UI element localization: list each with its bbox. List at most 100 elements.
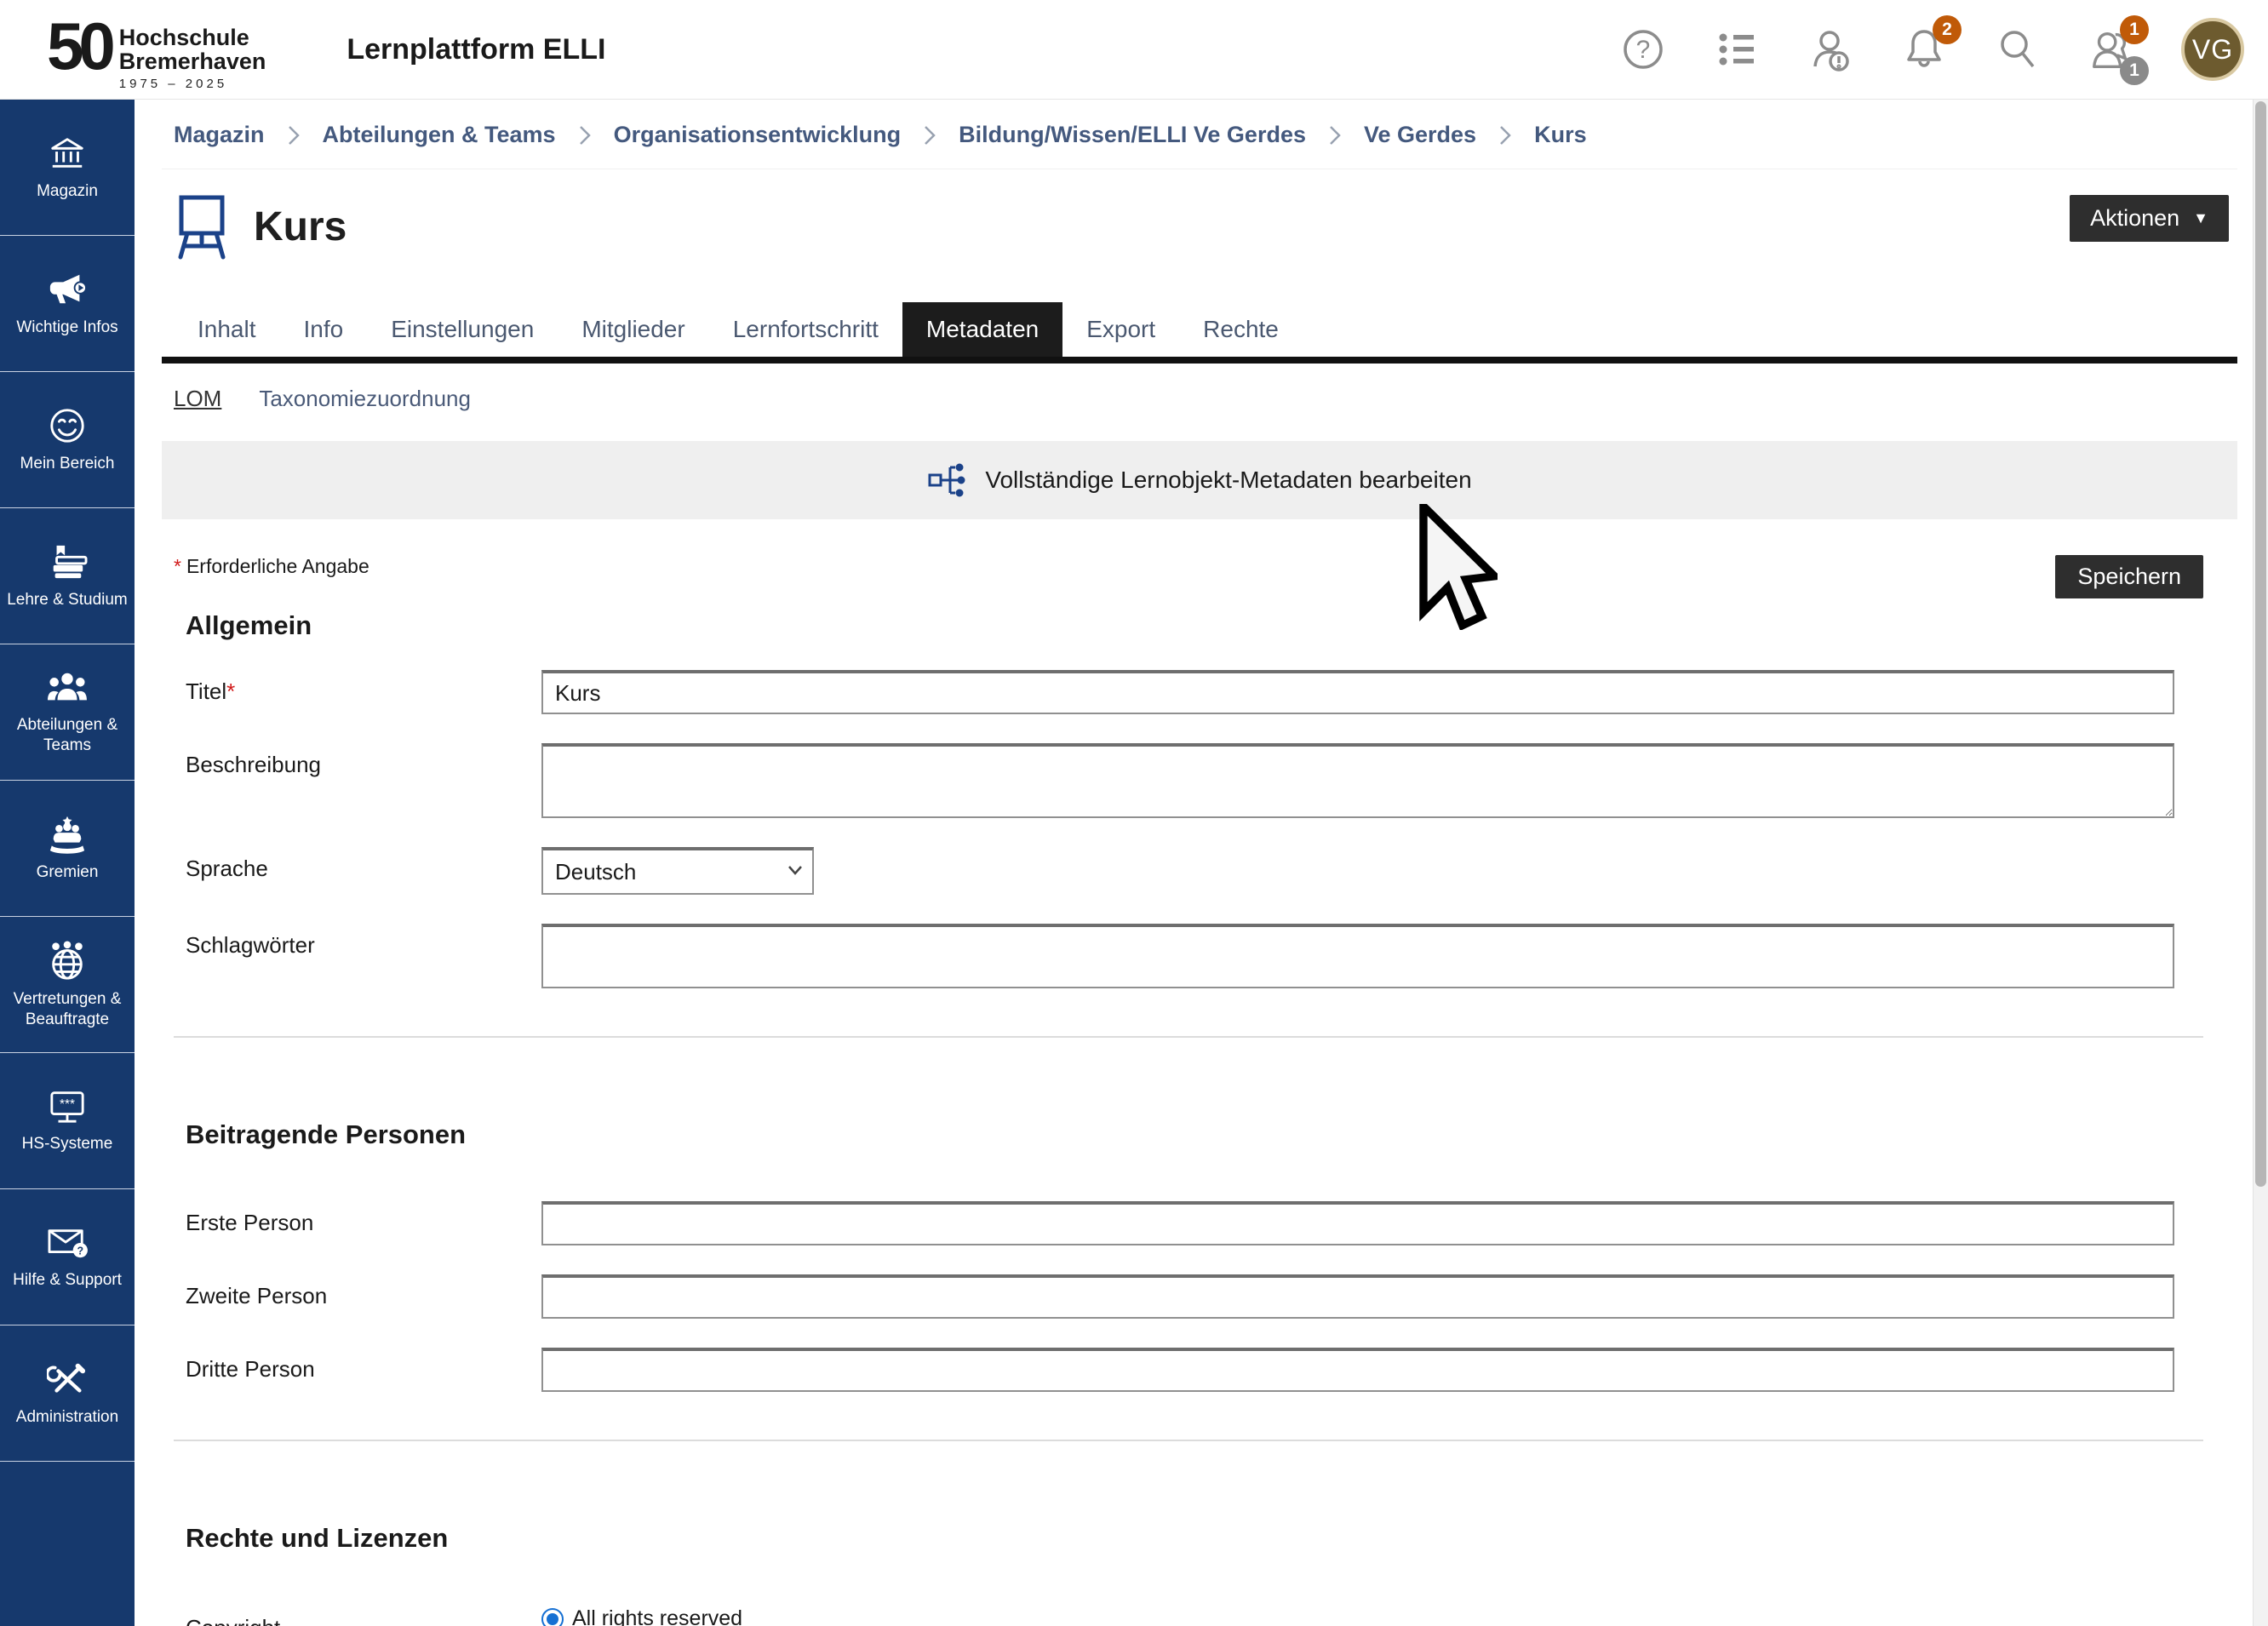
edit-full-metadata-label: Vollständige Lernobjekt-Metadaten bearbe… [985, 467, 1471, 494]
schlagwoerter-input[interactable] [541, 924, 2174, 988]
section-heading-rechte: Rechte und Lizenzen [162, 1523, 2237, 1554]
chevron-right-icon [287, 124, 301, 146]
tab-export[interactable]: Export [1062, 302, 1179, 357]
actions-button[interactable]: Aktionen ▼ [2070, 195, 2229, 242]
beschreibung-label: Beschreibung [186, 743, 541, 778]
zweite-person-input[interactable] [541, 1274, 2174, 1319]
section-divider [174, 1440, 2203, 1441]
form-row-sprache: Sprache Deutsch [162, 847, 2237, 895]
required-note-text: Erforderliche Angabe [186, 555, 369, 577]
page-title: Kurs [254, 203, 346, 250]
titel-label: Titel* [186, 670, 541, 705]
beschreibung-textarea[interactable] [541, 743, 2174, 818]
tools-icon [47, 1360, 88, 1399]
tab-metadaten[interactable]: Metadaten [902, 302, 1062, 357]
section-divider [174, 1036, 2203, 1038]
sidebar-item-label: Lehre & Studium [3, 590, 131, 610]
breadcrumb-item-current[interactable]: Kurs [1534, 122, 1587, 148]
copyright-radio[interactable] [541, 1608, 564, 1626]
sidebar-item-hs-systeme[interactable]: *** HS-Systeme [0, 1053, 135, 1189]
tab-inhalt[interactable]: Inhalt [174, 302, 280, 357]
required-asterisk: * [174, 555, 181, 577]
subtab-taxonomiezuordnung[interactable]: Taxonomiezuordnung [259, 386, 471, 412]
sidebar-item-hilfe-support[interactable]: ? Hilfe & Support [0, 1189, 135, 1325]
scrollbar-thumb[interactable] [2255, 101, 2266, 1187]
svg-text:?: ? [77, 1245, 84, 1257]
breadcrumb-item[interactable]: Organisationsentwicklung [614, 122, 902, 148]
logo-name-line2: Bremerhaven [119, 50, 266, 74]
search-icon[interactable] [1994, 26, 2042, 73]
sidebar-item-label: Wichtige Infos [13, 318, 121, 338]
course-easel-icon [174, 192, 230, 261]
user-avatar[interactable]: VG [2181, 18, 2244, 81]
sidebar-item-gremien[interactable]: Gremien [0, 781, 135, 917]
sprache-select[interactable]: Deutsch [541, 847, 814, 895]
sprache-label: Sprache [186, 847, 541, 882]
form-row-beschreibung: Beschreibung [162, 743, 2237, 818]
breadcrumb: Magazin Abteilungen & Teams Organisation… [162, 100, 2237, 169]
titel-input[interactable] [541, 670, 2174, 714]
monitor-icon: *** [47, 1088, 88, 1125]
sidebar-item-vertretungen[interactable]: Vertretungen & Beauftragte [0, 917, 135, 1053]
sidebar-filler [0, 1462, 135, 1626]
save-button[interactable]: Speichern [2055, 555, 2203, 598]
chevron-right-icon [923, 124, 936, 146]
breadcrumb-item[interactable]: Ve Gerdes [1364, 122, 1476, 148]
help-icon[interactable]: ? [1619, 26, 1667, 73]
copyright-option-label: All rights reserved [572, 1606, 742, 1626]
university-logo: 50 Hochschule Bremerhaven 1975 – 2025 [47, 8, 266, 91]
membership-requests-icon[interactable] [1807, 26, 1854, 73]
svg-text:***: *** [60, 1097, 75, 1112]
subtab-bar: LOM Taxonomiezuordnung [162, 386, 2237, 412]
tab-info[interactable]: Info [280, 302, 368, 357]
erste-person-label: Erste Person [186, 1201, 541, 1236]
sidebar-item-label: HS-Systeme [19, 1134, 117, 1154]
sidebar-item-magazin[interactable]: Magazin [0, 100, 135, 236]
logo-years: 1975 – 2025 [119, 77, 266, 91]
megaphone-icon [47, 270, 88, 309]
section-heading-personen: Beitragende Personen [162, 1119, 2237, 1150]
tab-rechte[interactable]: Rechte [1179, 302, 1303, 357]
subtab-lom[interactable]: LOM [174, 386, 221, 412]
schlagwoerter-label: Schlagwörter [186, 924, 541, 959]
main-sidebar: Magazin Wichtige Infos Mein Bereich Lehr… [0, 100, 135, 1626]
chevron-down-icon: ▼ [2193, 209, 2208, 227]
copyright-label: Copyright [186, 1606, 541, 1626]
app-title: Lernplattform ELLI [346, 33, 605, 66]
section-heading-allgemein: Allgemein [162, 610, 2237, 641]
sidebar-item-lehre-studium[interactable]: Lehre & Studium [0, 508, 135, 644]
contacts-icon[interactable]: 1 1 [2088, 26, 2135, 73]
vertical-scrollbar[interactable] [2253, 100, 2268, 1626]
list-menu-icon[interactable] [1713, 26, 1761, 73]
logo-name-line1: Hochschule [119, 26, 266, 50]
breadcrumb-item[interactable]: Bildung/Wissen/ELLI Ve Gerdes [959, 122, 1306, 148]
tab-mitglieder[interactable]: Mitglieder [558, 302, 708, 357]
erste-person-input[interactable] [541, 1201, 2174, 1245]
page-title-row: Kurs Aktionen ▼ [162, 192, 2237, 261]
sidebar-item-label: Administration [13, 1407, 122, 1428]
form-row-zweite-person: Zweite Person [162, 1274, 2237, 1319]
header-toolbar: ? 2 1 1 VG [1619, 18, 2244, 81]
sidebar-item-abteilungen-teams[interactable]: Abteilungen & Teams [0, 644, 135, 781]
tab-lernfortschritt[interactable]: Lernfortschritt [709, 302, 902, 357]
sidebar-item-administration[interactable]: Administration [0, 1325, 135, 1462]
form-row-erste-person: Erste Person [162, 1201, 2237, 1245]
svg-text:?: ? [1636, 36, 1651, 64]
tab-einstellungen[interactable]: Einstellungen [367, 302, 558, 357]
dritte-person-input[interactable] [541, 1348, 2174, 1392]
logo-50-number: 50 [47, 16, 111, 76]
sidebar-item-label: Abteilungen & Teams [0, 715, 135, 756]
chevron-right-icon [1328, 124, 1342, 146]
bell-badge: 2 [1933, 15, 1962, 44]
books-icon [47, 542, 88, 581]
breadcrumb-item[interactable]: Magazin [174, 122, 265, 148]
edit-full-metadata-banner[interactable]: Vollständige Lernobjekt-Metadaten bearbe… [162, 441, 2237, 519]
sidebar-item-label: Vertretungen & Beauftragte [0, 989, 135, 1030]
notifications-bell-icon[interactable]: 2 [1900, 26, 1948, 73]
sidebar-item-label: Mein Bereich [17, 454, 118, 474]
sidebar-item-wichtige-infos[interactable]: Wichtige Infos [0, 236, 135, 372]
form-row-titel: Titel* [162, 670, 2237, 714]
sidebar-item-mein-bereich[interactable]: Mein Bereich [0, 372, 135, 508]
breadcrumb-item[interactable]: Abteilungen & Teams [323, 122, 556, 148]
required-note: *Erforderliche Angabe [174, 555, 369, 578]
